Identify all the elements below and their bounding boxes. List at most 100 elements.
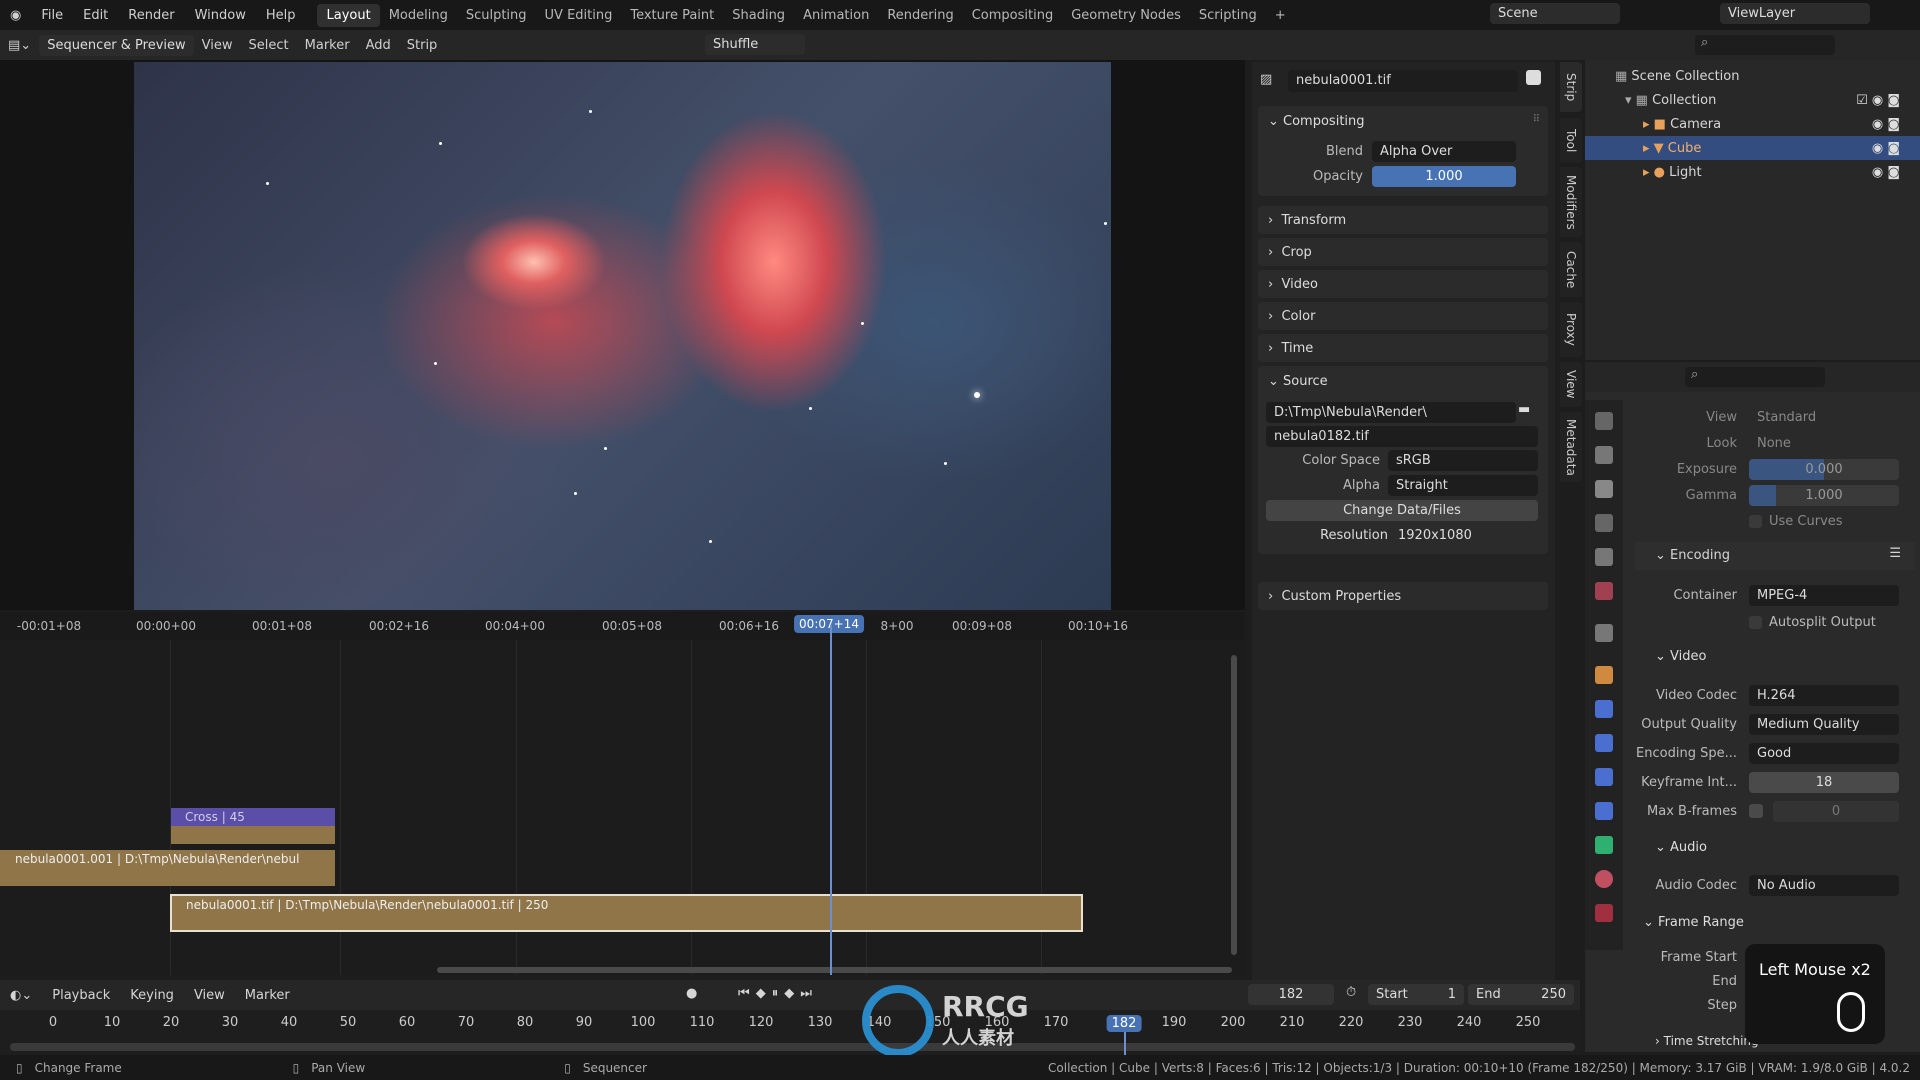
preset-list-icon[interactable]: ☰	[1889, 546, 1901, 561]
strip-mute-checkbox[interactable]	[1526, 70, 1541, 85]
scene-tab-icon[interactable]	[1595, 548, 1613, 566]
tab-layout[interactable]: Layout	[317, 3, 380, 27]
drag-grip-icon[interactable]: ⠿	[1533, 114, 1540, 125]
max-bframes-field[interactable]: 0	[1773, 801, 1899, 822]
video-subpanel-header[interactable]: ⌄ Video	[1655, 649, 1706, 664]
menu-add[interactable]: Add	[358, 38, 399, 53]
tab-texture-paint[interactable]: Texture Paint	[621, 4, 723, 27]
constraints-tab-icon[interactable]	[1595, 802, 1613, 820]
menu-timeline-view[interactable]: View	[184, 988, 235, 1003]
time-panel[interactable]: › Time	[1258, 334, 1548, 362]
menu-file[interactable]: File	[31, 8, 73, 23]
blend-dropdown[interactable]: Alpha Over	[1372, 141, 1516, 162]
timeline-scrollbar[interactable]	[10, 1043, 1575, 1051]
cross-strip-body[interactable]	[171, 826, 335, 844]
crop-panel[interactable]: › Crop	[1258, 238, 1548, 266]
color-panel[interactable]: › Color	[1258, 302, 1548, 330]
tab-tool[interactable]: Tool	[1560, 118, 1582, 163]
menu-edit[interactable]: Edit	[73, 8, 118, 23]
menu-help[interactable]: Help	[256, 8, 306, 23]
blender-logo-icon[interactable]: ◉	[0, 8, 31, 23]
texture-tab-icon[interactable]	[1595, 904, 1613, 922]
tab-scripting[interactable]: Scripting	[1190, 4, 1266, 27]
add-workspace-button[interactable]: +	[1266, 4, 1295, 27]
outliner-item-light[interactable]: ▸ ● Light ◉ ◙	[1585, 160, 1920, 184]
menu-strip[interactable]: Strip	[399, 38, 446, 53]
render-tab-icon[interactable]	[1595, 446, 1613, 464]
video-codec-dropdown[interactable]: H.264	[1749, 685, 1899, 706]
outliner-search-icon[interactable]: ⌕	[1695, 35, 1835, 55]
keyframe-interval-field[interactable]: 18	[1749, 772, 1899, 793]
output-tab-icon[interactable]	[1595, 480, 1613, 498]
view-layer-selector[interactable]: ViewLayer	[1720, 3, 1870, 24]
strip-name-field[interactable]: nebula0001.tif	[1288, 70, 1518, 92]
menu-keying[interactable]: Keying	[120, 988, 184, 1003]
data-tab-icon[interactable]	[1595, 836, 1613, 854]
menu-view[interactable]: View	[194, 38, 241, 53]
tab-cache[interactable]: Cache	[1560, 242, 1582, 297]
menu-render[interactable]: Render	[118, 8, 184, 23]
playback-controls[interactable]: ⏮◆⏸◆⏭	[738, 986, 818, 1001]
tab-animation[interactable]: Animation	[794, 4, 878, 27]
autosplit-checkbox[interactable]	[1749, 616, 1762, 629]
output-quality-dropdown[interactable]: Medium Quality	[1749, 714, 1899, 735]
strip-nebula-001[interactable]: nebula0001.001 | D:\Tmp\Nebula\Render\ne…	[0, 850, 335, 886]
alpha-dropdown[interactable]: Straight	[1388, 475, 1538, 496]
menu-window[interactable]: Window	[185, 8, 256, 23]
properties-search-icon[interactable]: ⌕	[1685, 367, 1825, 387]
tab-strip[interactable]: Strip	[1560, 62, 1582, 112]
playhead[interactable]	[830, 625, 832, 975]
editor-type-icon[interactable]: ▤⌄	[0, 38, 39, 53]
folder-icon[interactable]: ▬	[1518, 402, 1538, 422]
start-frame-field[interactable]: Start 1	[1368, 984, 1464, 1005]
modifier-tab-icon[interactable]	[1595, 700, 1613, 718]
object-tab-icon[interactable]	[1595, 666, 1613, 684]
use-curves-checkbox[interactable]	[1749, 515, 1762, 528]
timecode-ruler[interactable]: -00:01+08 00:00+00 00:01+08 00:02+16 00:04+0…	[0, 612, 1245, 640]
directory-field[interactable]: D:\Tmp\Nebula\Render\	[1266, 402, 1516, 423]
end-frame-field[interactable]: End 250	[1468, 984, 1574, 1005]
tool-tab-icon[interactable]	[1595, 412, 1613, 430]
outliner-scene-collection[interactable]: ▦ Scene Collection	[1585, 64, 1920, 88]
strip-area[interactable]: Cross | 45 nebula0001.001 | D:\Tmp\Nebul…	[0, 640, 1245, 975]
max-bframes-checkbox[interactable]	[1749, 804, 1763, 818]
tab-geometry-nodes[interactable]: Geometry Nodes	[1062, 4, 1190, 27]
tab-metadata[interactable]: Metadata	[1560, 412, 1582, 482]
auto-keying-record-icon[interactable]: ●	[686, 986, 697, 1001]
transform-panel[interactable]: › Transform	[1258, 206, 1548, 234]
current-frame-field[interactable]: 182	[1248, 984, 1334, 1005]
overlap-mode-dropdown[interactable]: Shuffle	[705, 34, 805, 55]
tab-view[interactable]: View	[1560, 362, 1582, 407]
tab-uv-editing[interactable]: UV Editing	[536, 4, 622, 27]
source-panel-header[interactable]: ⌄ Source	[1258, 366, 1548, 396]
timeline-frame-ruler[interactable]: 0 10 20 30 40 50 60 70 80 90 100 110 120 130 140 150 160…	[0, 1010, 1580, 1055]
opacity-slider[interactable]: 1.000	[1372, 166, 1516, 187]
world-tab-icon[interactable]	[1595, 582, 1613, 600]
frame-range-panel-header[interactable]: ⌄ Frame Range	[1643, 915, 1744, 930]
audio-codec-dropdown[interactable]: No Audio	[1749, 875, 1899, 896]
exposure-slider[interactable]: 0.000	[1749, 459, 1899, 480]
time-stretching-panel-header[interactable]: › Time Stretching	[1655, 1034, 1759, 1048]
menu-marker[interactable]: Marker	[297, 38, 358, 53]
color-space-dropdown[interactable]: sRGB	[1388, 450, 1538, 471]
material-tab-icon[interactable]	[1595, 870, 1613, 888]
tab-sculpting[interactable]: Sculpting	[457, 4, 536, 27]
custom-properties-panel[interactable]: › Custom Properties	[1258, 582, 1548, 610]
particles-tab-icon[interactable]	[1595, 734, 1613, 752]
physics-tab-icon[interactable]	[1595, 768, 1613, 786]
scene-selector[interactable]: Scene	[1490, 3, 1620, 24]
compositing-panel-header[interactable]: ⌄ Compositing	[1258, 106, 1548, 136]
tab-shading[interactable]: Shading	[723, 4, 794, 27]
outliner-item-cube[interactable]: ▸ ▼ Cube ◉ ◙	[1585, 136, 1920, 160]
encoding-panel-header[interactable]: ⌄ Encoding ☰	[1635, 542, 1915, 570]
tab-proxy[interactable]: Proxy	[1560, 302, 1582, 357]
horizontal-scrollbar[interactable]	[437, 967, 1232, 973]
outliner-item-camera[interactable]: ▸ ■ Camera ◉ ◙	[1585, 112, 1920, 136]
encoding-speed-dropdown[interactable]: Good	[1749, 743, 1899, 764]
tab-compositing[interactable]: Compositing	[963, 4, 1063, 27]
menu-select[interactable]: Select	[241, 38, 297, 53]
view-transform-dropdown[interactable]: Standard	[1749, 407, 1899, 428]
cross-strip[interactable]: Cross | 45	[171, 808, 335, 826]
strip-nebula-main[interactable]: nebula0001.tif | D:\Tmp\Nebula\Render\ne…	[170, 894, 1083, 932]
filename-field[interactable]: nebula0182.tif	[1266, 426, 1538, 447]
